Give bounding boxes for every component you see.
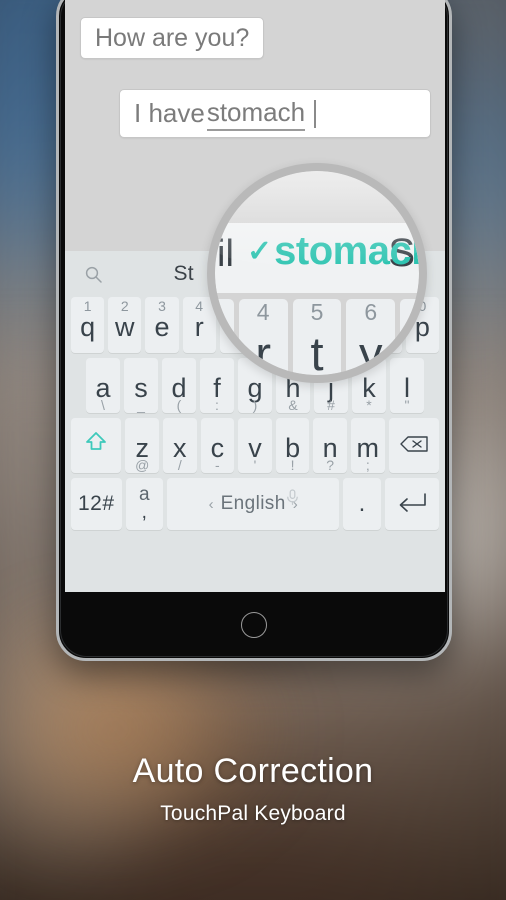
enter-key[interactable] (384, 478, 439, 530)
magnified-key-e-number: 3 (215, 299, 216, 326)
search-icon[interactable] (80, 265, 106, 284)
backspace-icon (399, 430, 429, 461)
magnified-key-y[interactable]: 6y (346, 299, 396, 376)
key-d-symbol: ( (176, 397, 182, 413)
key-m-symbol: ; (365, 457, 370, 473)
magnifier-left-partial: il (217, 233, 234, 275)
key-n[interactable]: n? (313, 418, 347, 473)
magnifier-loupe: il S ✓ stomach 3e 4r 5t 6y 7u (207, 163, 427, 383)
shift-icon (83, 429, 109, 462)
comma-key[interactable]: a , (125, 478, 163, 530)
key-r-letter: r (194, 312, 204, 342)
period-key[interactable]: . (343, 478, 381, 530)
shift-key[interactable] (71, 418, 122, 473)
key-r-number: 4 (195, 298, 204, 314)
key-e-number: 3 (158, 298, 166, 314)
key-r[interactable]: 4r (182, 297, 216, 353)
key-q[interactable]: 1q (71, 297, 105, 353)
symbols-key[interactable]: 12# (71, 478, 122, 530)
key-v[interactable]: v ' (238, 418, 272, 473)
enter-icon (396, 489, 428, 520)
magnified-key-e[interactable]: 3e (215, 299, 234, 375)
microphone-icon[interactable] (286, 482, 299, 513)
text-caret (314, 99, 317, 128)
caption-block: Auto Correction TouchPal Keyboard (0, 752, 506, 826)
magnified-key-u-number: 7 (418, 299, 419, 326)
compose-input-bubble[interactable]: I have stomach (119, 89, 431, 138)
phone-device: How are you? I have stomach St 1 q 2 w 3… (56, 0, 452, 661)
key-z-symbol: @ (135, 457, 150, 473)
key-d[interactable]: d( (162, 358, 196, 413)
key-s[interactable]: s _ (124, 358, 158, 413)
compose-corrected-word: stomach (206, 97, 306, 131)
suggestion-item-0[interactable]: St (173, 262, 193, 286)
key-n-symbol: ? (326, 457, 335, 473)
magnifier-content: il S ✓ stomach 3e 4r 5t 6y 7u (215, 171, 419, 375)
magnified-key-r-number: 4 (256, 299, 270, 325)
key-c[interactable]: c- (200, 418, 235, 473)
received-message-text: How are you? (95, 23, 250, 52)
keyboard-row-4: 12# a , ‹ English › . (68, 478, 442, 530)
magnified-key-r-letter: r (255, 326, 272, 376)
comma-key-symbol: , (141, 502, 147, 523)
key-b[interactable]: b! (275, 418, 310, 473)
comma-key-alpha: a (138, 484, 150, 505)
key-g-symbol: ) (252, 397, 258, 413)
key-a-symbol: \ (101, 397, 105, 413)
key-q-number: 1 (83, 298, 92, 314)
magnified-key-y-number: 6 (364, 299, 378, 325)
magnified-key-t-letter: t (310, 326, 324, 376)
magnified-key-u-letter: u (412, 326, 419, 376)
compose-prefix-text: I have (134, 98, 205, 128)
key-e-letter: e (154, 312, 170, 342)
magnified-word-text: stomach (274, 229, 419, 273)
caption-subtitle: TouchPal Keyboard (160, 802, 346, 825)
language-prev-arrow[interactable]: ‹ (202, 496, 221, 513)
magnified-key-e-letter: e (215, 326, 222, 376)
magnified-key-t[interactable]: 5t (292, 299, 342, 376)
home-button[interactable] (241, 612, 267, 638)
keyboard-row-3: z @ x / c- v ' b! n? m; (68, 418, 442, 473)
key-x-symbol: / (177, 457, 182, 473)
key-v-symbol: ' (253, 457, 257, 473)
key-z[interactable]: z @ (125, 418, 159, 473)
key-x[interactable]: x / (163, 418, 197, 473)
checkmark-icon: ✓ (247, 234, 273, 268)
key-h-symbol: & (288, 397, 298, 413)
key-l-symbol: " (404, 397, 410, 413)
key-s-symbol: _ (137, 397, 145, 413)
phone-display: How are you? I have stomach St 1 q 2 w 3… (65, 0, 445, 592)
magnified-key-r[interactable]: 4r (238, 299, 288, 376)
promo-screenshot: How are you? I have stomach St 1 q 2 w 3… (0, 0, 506, 900)
magnified-key-row: 3e 4r 5t 6y 7u (215, 299, 419, 375)
key-e[interactable]: 3e (145, 297, 179, 353)
spacebar[interactable]: ‹ English › (167, 478, 340, 530)
key-m[interactable]: m; (350, 418, 385, 473)
magnified-key-u[interactable]: 7u (400, 299, 419, 375)
key-f-symbol: : (215, 397, 219, 413)
received-message-bubble: How are you? (80, 17, 265, 59)
magnified-key-y-letter: y (359, 326, 383, 376)
key-b-symbol: ! (290, 457, 295, 473)
caption-title: Auto Correction (132, 752, 374, 790)
backspace-key[interactable] (388, 418, 439, 473)
magnified-suggestion[interactable]: ✓ stomach (247, 229, 419, 274)
key-k-symbol: * (366, 397, 372, 413)
key-q-letter: q (80, 312, 96, 342)
key-w-letter: w (115, 312, 135, 342)
magnified-key-t-number: 5 (310, 299, 324, 325)
spacebar-language-label: English (220, 493, 286, 514)
key-c-symbol: - (215, 457, 220, 473)
key-j-symbol: # (327, 397, 335, 413)
key-w-number: 2 (120, 298, 129, 314)
key-a[interactable]: a \ (86, 358, 120, 413)
key-w[interactable]: 2w (108, 297, 142, 353)
